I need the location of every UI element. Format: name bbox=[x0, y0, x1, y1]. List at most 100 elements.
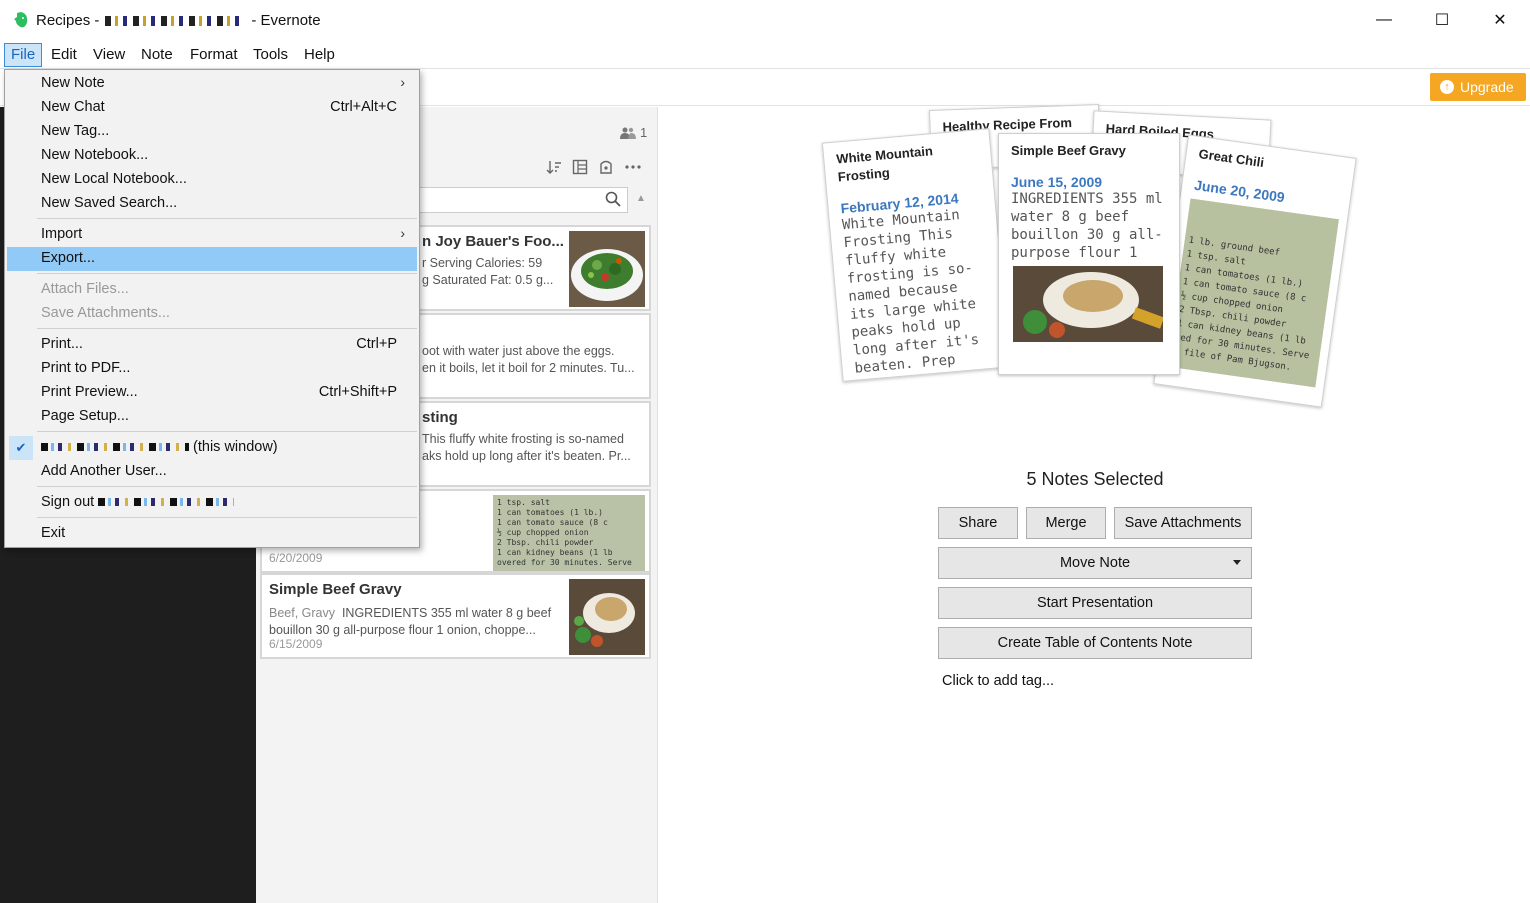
share-button[interactable]: Share bbox=[938, 507, 1018, 539]
preview-card-white-mountain-frosting: White Mountain Frosting February 12, 201… bbox=[821, 128, 1011, 382]
menu-help[interactable]: Help bbox=[298, 43, 341, 67]
checkmark-icon: ✔ bbox=[9, 436, 33, 460]
redacted-username bbox=[41, 443, 189, 452]
view-options-icon[interactable] bbox=[572, 159, 588, 175]
menu-new-tag[interactable]: New Tag... bbox=[7, 120, 417, 144]
minimize-button[interactable]: — bbox=[1355, 0, 1413, 40]
note-snippet: oot with water just above the eggs. en i… bbox=[422, 344, 635, 375]
menu-new-note[interactable]: New Note › bbox=[7, 72, 417, 96]
note-snippet: Beef, Gravy INGREDIENTS 355 ml water 8 g… bbox=[269, 606, 552, 637]
recipe-line: 1 tsp. salt bbox=[497, 498, 550, 507]
menu-attach-files[interactable]: Attach Files... bbox=[7, 278, 417, 302]
upgrade-label: Upgrade bbox=[1460, 79, 1514, 95]
redacted-username bbox=[98, 498, 235, 507]
recipe-line: overed for 30 minutes. Serve bbox=[497, 558, 632, 567]
file-menu-dropdown: New Note › New Chat Ctrl+Alt+C New Tag... … bbox=[4, 69, 420, 548]
submenu-arrow-icon: › bbox=[400, 74, 405, 90]
selected-notes-preview-stack: Healthy Recipe From Hard Boiled Eggs Gre… bbox=[821, 104, 1370, 427]
note-list-tools bbox=[546, 159, 642, 175]
note-card[interactable]: Simple Beef Gravy Beef, Gravy INGREDIENT… bbox=[260, 573, 651, 659]
menu-exit[interactable]: Exit bbox=[7, 522, 417, 546]
scroll-up-arrow[interactable]: ▲ bbox=[636, 193, 646, 204]
note-search-input[interactable] bbox=[416, 187, 628, 213]
menu-sign-out[interactable]: Sign out bbox=[7, 491, 417, 515]
note-date: 6/20/2009 bbox=[269, 551, 323, 565]
move-note-dropdown[interactable]: Move Note bbox=[938, 547, 1252, 579]
menu-new-saved-search[interactable]: New Saved Search... bbox=[7, 192, 417, 216]
menu-import[interactable]: Import › bbox=[7, 223, 417, 247]
chili-recipe-thumbnail-image: 1 tsp. salt1 can tomatoes (1 lb.)1 can t… bbox=[493, 495, 645, 571]
submenu-arrow-icon: › bbox=[400, 225, 405, 241]
search-icon[interactable] bbox=[605, 191, 621, 207]
menu-print[interactable]: Print... Ctrl+P bbox=[7, 333, 417, 357]
menu-print-preview[interactable]: Print Preview... Ctrl+Shift+P bbox=[7, 381, 417, 405]
move-note-label: Move Note bbox=[1059, 555, 1131, 571]
window-title: Recipes - - Evernote bbox=[36, 12, 321, 29]
menu-separator bbox=[37, 273, 417, 274]
recipe-line: 1 can tomatoes (1 lb.) bbox=[497, 508, 603, 517]
title-suffix: - Evernote bbox=[251, 12, 321, 29]
users-icon bbox=[620, 127, 636, 139]
note-date: 6/15/2009 bbox=[269, 637, 323, 651]
multi-note-detail-pane: Healthy Recipe From Hard Boiled Eggs Gre… bbox=[660, 104, 1530, 903]
merge-button[interactable]: Merge bbox=[1026, 507, 1106, 539]
menu-new-local-notebook[interactable]: New Local Notebook... bbox=[7, 168, 417, 192]
chili-recipe-card-image: 1 lb. ground beef1 tsp. salt1 can tomato… bbox=[1166, 198, 1340, 388]
redacted-account bbox=[105, 16, 246, 27]
recipe-line: 1 can tomato sauce (8 c bbox=[497, 518, 608, 527]
notes-selected-count: 5 Notes Selected bbox=[1026, 469, 1164, 489]
more-options-icon[interactable] bbox=[624, 159, 642, 175]
menu-format[interactable]: Format bbox=[184, 43, 244, 67]
salad-thumbnail-image bbox=[569, 231, 645, 307]
recipe-line: 2 Tbsp. chili powder bbox=[497, 538, 594, 547]
menu-separator bbox=[37, 328, 417, 329]
gravy-thumbnail-image bbox=[569, 579, 645, 655]
recipe-line: ½ cup chopped onion bbox=[497, 527, 589, 537]
preview-card-great-chili: Great Chili June 20, 2009 1 lb. ground b… bbox=[1153, 134, 1357, 408]
start-presentation-button[interactable]: Start Presentation bbox=[938, 587, 1252, 619]
note-title: Simple Beef Gravy bbox=[269, 581, 402, 598]
shared-count: 1 bbox=[640, 125, 648, 140]
arrow-up-icon: ↑ bbox=[1440, 80, 1454, 94]
title-prefix: Recipes - bbox=[36, 12, 100, 29]
menu-edit[interactable]: Edit bbox=[45, 43, 83, 67]
evernote-window: Recipes - - Evernote — ☐ ✕ File Edit View… bbox=[0, 0, 1530, 903]
menu-file[interactable]: File bbox=[4, 43, 43, 67]
menu-separator bbox=[37, 486, 417, 487]
sort-icon[interactable] bbox=[546, 159, 562, 175]
note-title: sting bbox=[422, 409, 458, 426]
gravy-preview-image bbox=[1013, 266, 1165, 342]
upgrade-button[interactable]: ↑ Upgrade bbox=[1430, 73, 1526, 101]
menu-separator bbox=[37, 517, 417, 518]
note-title: n Joy Bauer's Foo... bbox=[422, 233, 564, 250]
add-tag-field[interactable]: Click to add tag... bbox=[942, 673, 1054, 689]
note-tags: Beef, Gravy bbox=[269, 606, 335, 620]
shared-users-indicator[interactable]: 1 bbox=[620, 125, 647, 140]
evernote-logo-icon bbox=[14, 12, 28, 28]
create-toc-note-button[interactable]: Create Table of Contents Note bbox=[938, 627, 1252, 659]
preview-card-simple-beef-gravy: Simple Beef Gravy June 15, 2009 INGREDIE… bbox=[998, 133, 1180, 375]
recipe-line: 1 can kidney beans (1 lb bbox=[497, 548, 613, 557]
menu-tools[interactable]: Tools bbox=[247, 43, 294, 67]
menu-new-notebook[interactable]: New Notebook... bbox=[7, 144, 417, 168]
note-snippet: This fluffy white frosting is so-named a… bbox=[422, 432, 631, 463]
save-attachments-button[interactable]: Save Attachments bbox=[1114, 507, 1252, 539]
menu-bar: File Edit View Note Format Tools Help bbox=[0, 40, 1530, 69]
menu-separator bbox=[37, 431, 417, 432]
menu-save-attachments[interactable]: Save Attachments... bbox=[7, 302, 417, 326]
menu-new-chat[interactable]: New Chat Ctrl+Alt+C bbox=[7, 96, 417, 120]
notebook-icon[interactable] bbox=[598, 159, 614, 175]
title-bar: Recipes - - Evernote — ☐ ✕ bbox=[0, 0, 1530, 40]
menu-add-another-user[interactable]: Add Another User... bbox=[7, 460, 417, 484]
menu-export[interactable]: Export... bbox=[7, 247, 417, 271]
menu-view[interactable]: View bbox=[87, 43, 131, 67]
menu-current-user[interactable]: ✔ (this window) bbox=[7, 436, 417, 460]
maximize-button[interactable]: ☐ bbox=[1413, 0, 1471, 40]
chevron-down-icon bbox=[1233, 560, 1241, 565]
close-button[interactable]: ✕ bbox=[1471, 0, 1529, 40]
menu-page-setup[interactable]: Page Setup... bbox=[7, 405, 417, 429]
menu-separator bbox=[37, 218, 417, 219]
note-snippet: r Serving Calories: 59 g Saturated Fat: … bbox=[422, 256, 554, 287]
menu-note[interactable]: Note bbox=[135, 43, 179, 67]
menu-print-to-pdf[interactable]: Print to PDF... bbox=[7, 357, 417, 381]
